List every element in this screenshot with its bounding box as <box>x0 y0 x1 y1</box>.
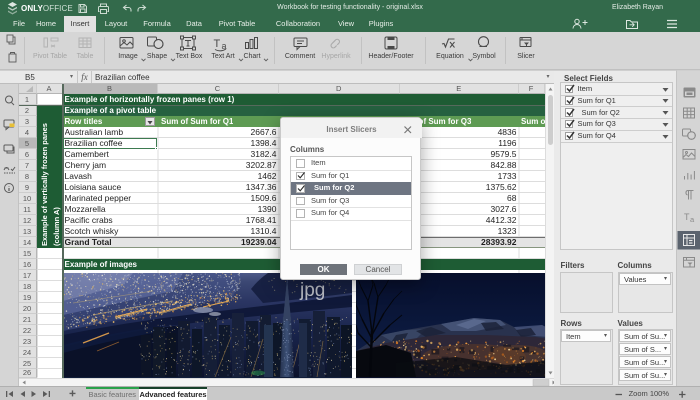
svg-text:T: T <box>214 38 221 50</box>
svg-text:a: a <box>690 215 695 224</box>
svg-text:jpg: jpg <box>299 280 325 301</box>
